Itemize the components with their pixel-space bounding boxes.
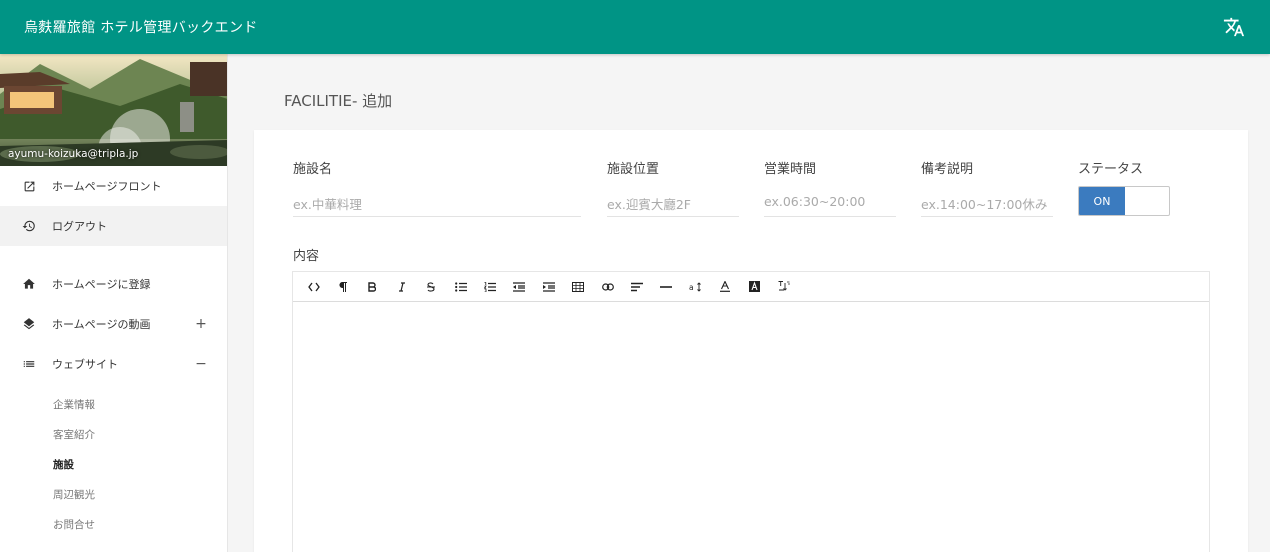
sidebar-subitem-sightseeing[interactable]: 周辺観光 <box>0 480 227 510</box>
sidebar-item-homepage-register[interactable]: ホームページに登録 <box>0 264 227 304</box>
sidebar-item-label: ウェブサイト <box>52 358 118 371</box>
sidebar-item-homepage-front[interactable]: ホームページフロント <box>0 166 227 206</box>
status-toggle[interactable]: ON <box>1078 186 1170 216</box>
expand-icon[interactable]: + <box>195 316 207 332</box>
align-left-icon[interactable] <box>622 276 651 298</box>
sidebar-item-label: ホームページに登録 <box>52 278 151 291</box>
open-in-new-icon <box>22 179 36 193</box>
facility-name-field: 施設名 ex.中華料理 <box>293 158 581 217</box>
paragraph-icon[interactable] <box>328 276 357 298</box>
text-direction-icon[interactable] <box>769 276 798 298</box>
content-label: 内容 <box>293 249 320 264</box>
bullet-list-icon[interactable] <box>446 276 475 298</box>
sidebar-hero-image: ayumu-koizuka@tripla.jp <box>0 54 227 166</box>
sidebar-item-website[interactable]: ウェブサイト − <box>0 344 227 384</box>
facility-location-label: 施設位置 <box>607 162 660 177</box>
editor-toolbar: a <box>293 272 1209 302</box>
history-icon <box>22 219 36 233</box>
status-toggle-on: ON <box>1079 187 1125 215</box>
app-title: 烏麩羅旅館 ホテル管理バックエンド <box>24 20 258 36</box>
status-label: ステータス <box>1078 162 1144 177</box>
business-hours-input[interactable]: ex.06:30~20:00 <box>764 193 896 217</box>
page-title: FACILITIE- 追加 <box>284 92 393 110</box>
list-icon <box>22 357 36 371</box>
sidebar: ayumu-koizuka@tripla.jp ホームページフロント ログアウト… <box>0 54 228 552</box>
font-color-icon[interactable] <box>710 276 739 298</box>
home-icon <box>22 277 36 291</box>
bold-icon[interactable] <box>358 276 387 298</box>
facility-location-input[interactable]: ex.迎賓大廳2F <box>607 193 739 217</box>
indent-icon[interactable] <box>534 276 563 298</box>
outdent-icon[interactable] <box>505 276 534 298</box>
notes-field: 備考説明 ex.14:00~17:00休み <box>921 158 1053 217</box>
numbered-list-icon[interactable] <box>475 276 504 298</box>
sidebar-item-label: ホームページの動画 <box>52 318 151 331</box>
app-header: 烏麩羅旅館 ホテル管理バックエンド <box>0 0 1270 54</box>
user-email: ayumu-koizuka@tripla.jp <box>8 148 139 160</box>
italic-icon[interactable] <box>387 276 416 298</box>
table-icon[interactable] <box>564 276 593 298</box>
sidebar-item-logout[interactable]: ログアウト <box>0 206 227 246</box>
background-color-icon[interactable] <box>740 276 769 298</box>
translate-icon[interactable] <box>1222 15 1246 39</box>
link-icon[interactable] <box>593 276 622 298</box>
line-height-icon[interactable]: a <box>681 276 710 298</box>
sidebar-item-label: ホームページフロント <box>52 180 162 193</box>
facility-name-label: 施設名 <box>293 162 333 177</box>
facility-name-input[interactable]: ex.中華料理 <box>293 193 581 217</box>
business-hours-field: 営業時間 ex.06:30~20:00 <box>764 158 896 217</box>
sidebar-subitem-facilities[interactable]: 施設 <box>0 450 227 480</box>
editor-content-area[interactable] <box>293 302 1209 552</box>
code-view-icon[interactable] <box>299 276 328 298</box>
sidebar-subitem-rooms[interactable]: 客室紹介 <box>0 420 227 450</box>
collapse-icon[interactable]: − <box>195 356 207 372</box>
facility-location-field: 施設位置 ex.迎賓大廳2F <box>607 158 739 217</box>
business-hours-label: 営業時間 <box>764 162 817 177</box>
layers-icon <box>22 317 36 331</box>
svg-text:a: a <box>689 283 694 292</box>
notes-input[interactable]: ex.14:00~17:00休み <box>921 193 1053 217</box>
rich-text-editor: a <box>292 271 1210 552</box>
form-card: 施設名 ex.中華料理 施設位置 ex.迎賓大廳2F 営業時間 ex.06:30… <box>254 130 1248 552</box>
horizontal-rule-icon[interactable] <box>652 276 681 298</box>
main-content: FACILITIE- 追加 施設名 ex.中華料理 施設位置 ex.迎賓大廳2F… <box>229 54 1270 552</box>
sidebar-item-label: ログアウト <box>52 220 107 233</box>
sidebar-subitem-contact[interactable]: お問合せ <box>0 510 227 540</box>
notes-label: 備考説明 <box>921 162 974 177</box>
sidebar-item-homepage-video[interactable]: ホームページの動画 + <box>0 304 227 344</box>
sidebar-subitem-company[interactable]: 企業情報 <box>0 390 227 420</box>
strikethrough-icon[interactable] <box>417 276 446 298</box>
